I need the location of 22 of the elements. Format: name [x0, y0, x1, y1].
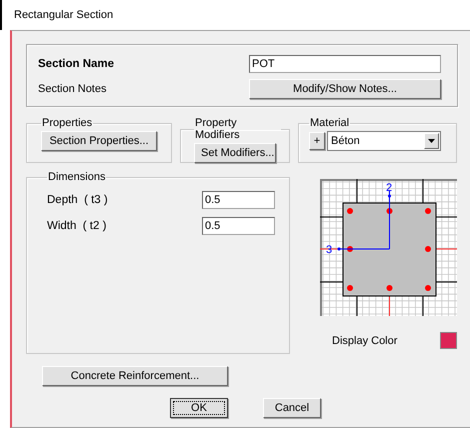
dimension-label: Width ( t2 ): [47, 220, 106, 232]
add-material-button[interactable]: +: [309, 132, 325, 150]
dimension-label: Depth ( t3 ): [47, 194, 108, 206]
section-notes-label: Section Notes: [38, 83, 106, 95]
window-title: Rectangular Section: [14, 9, 114, 21]
set-modifiers-button[interactable]: Set Modifiers...: [194, 143, 276, 163]
color-swatch[interactable]: [440, 332, 457, 349]
material-dropdown[interactable]: Béton: [327, 131, 441, 151]
modify-notes-button[interactable]: Modify/Show Notes...: [249, 79, 441, 99]
section-name-field[interactable]: POT: [249, 55, 441, 73]
group-title: Properties: [41, 117, 94, 129]
ok-button[interactable]: OK: [170, 398, 228, 418]
section-properties-button[interactable]: Section Properties...: [41, 131, 157, 151]
section-name-label: Section Name: [38, 58, 114, 70]
cancel-button[interactable]: Cancel: [263, 398, 321, 418]
group-title: Material: [309, 117, 350, 129]
group-title: Property Modifiers: [194, 117, 241, 141]
group-title: Dimensions: [47, 171, 106, 183]
display-color-label: Display Color: [332, 334, 398, 346]
concrete-reinforcement-button[interactable]: Concrete Reinforcement...: [42, 366, 228, 386]
dimension-field[interactable]: 0.5: [202, 191, 275, 209]
dimension-field[interactable]: 0.5: [202, 217, 275, 235]
